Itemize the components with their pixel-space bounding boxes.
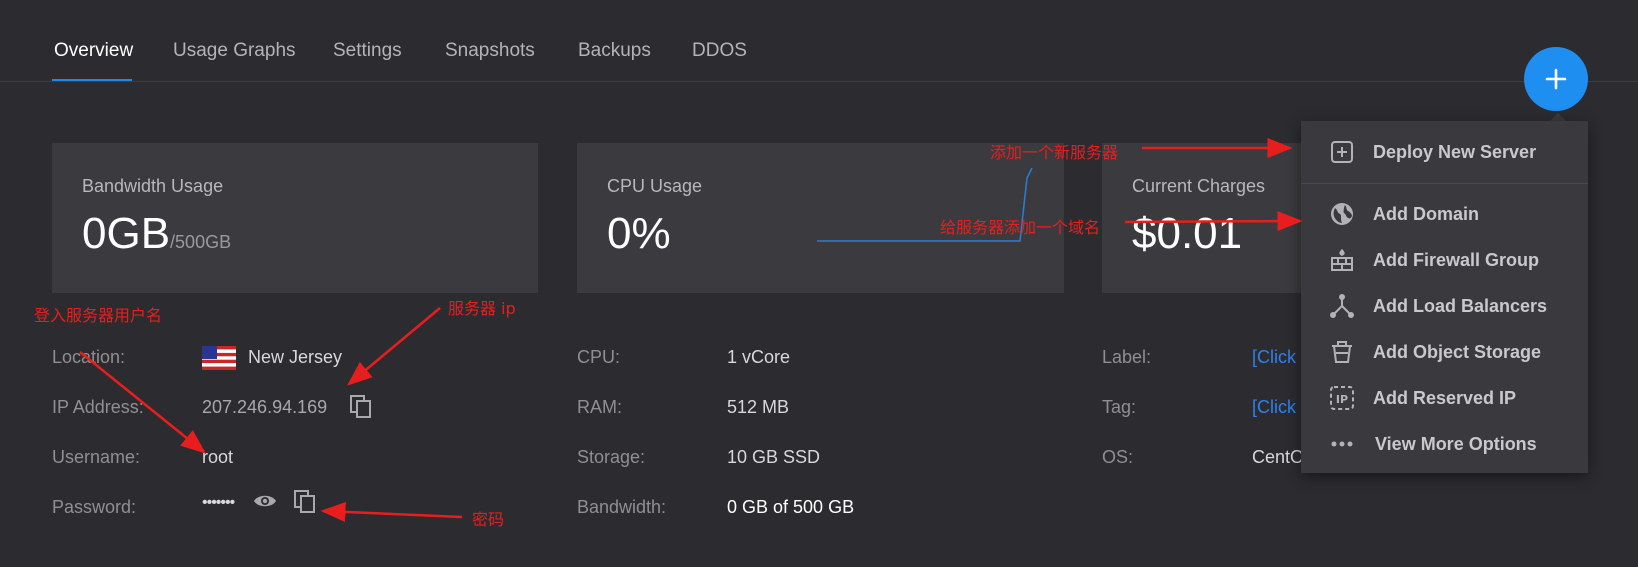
- menu-item-add-load-balancers[interactable]: Add Load Balancers: [1301, 286, 1588, 326]
- current-charges-card: Current Charges $0.01: [1102, 143, 1302, 293]
- active-tab-indicator: [52, 79, 132, 81]
- menu-item-label: Deploy New Server: [1373, 142, 1537, 162]
- cpu-value-text: 1 vCore: [727, 347, 791, 367]
- show-password-icon[interactable]: [253, 493, 277, 509]
- menu-item-deploy-new-server[interactable]: Deploy New Server: [1301, 132, 1588, 172]
- card-value: 0GB/500GB: [82, 209, 231, 259]
- bandwidth-usage-card: Bandwidth Usage 0GB/500GB: [52, 143, 538, 293]
- bucket-icon: [1332, 341, 1352, 363]
- globe-icon: [1331, 203, 1353, 225]
- bandwidth-value-text: 0 GB of 500 GB: [727, 497, 855, 517]
- annotation-deploy: 添加一个新服务器: [990, 143, 1119, 162]
- copy-ip-icon[interactable]: [350, 395, 372, 419]
- charges-value: $0.01: [1132, 209, 1243, 258]
- tab-backups[interactable]: Backups: [578, 40, 651, 62]
- annotation-domain: 给服务器添加一个域名: [940, 218, 1101, 237]
- location-label: Location:: [52, 347, 126, 367]
- menu-item-add-reserved-ip[interactable]: IP Add Reserved IP: [1301, 378, 1588, 418]
- cpu-value: 0%: [607, 209, 671, 258]
- password-label: Password:: [52, 497, 137, 517]
- server-label-label: Label:: [1102, 347, 1152, 367]
- tab-snapshots[interactable]: Snapshots: [445, 40, 535, 62]
- more-dots-icon: [1331, 441, 1353, 447]
- annotation-password: 密码: [472, 510, 505, 529]
- plus-square-icon: [1331, 141, 1353, 163]
- menu-item-label: Add Firewall Group: [1373, 250, 1540, 270]
- cpu-label: CPU:: [577, 347, 621, 367]
- add-menu: Deploy New Server Add Domain Add Firewal…: [1301, 121, 1588, 473]
- tab-ddos[interactable]: DDOS: [692, 40, 747, 62]
- storage-label: Storage:: [577, 447, 646, 467]
- edit-tag-link[interactable]: [Click: [1252, 397, 1296, 418]
- tag-label: Tag:: [1102, 397, 1137, 417]
- bandwidth-limit: /500GB: [170, 232, 232, 252]
- load-balancer-icon: [1330, 294, 1354, 318]
- ip-address-label: IP Address:: [52, 397, 144, 417]
- svg-text:IP: IP: [1336, 393, 1348, 406]
- copy-password-icon[interactable]: [294, 490, 316, 514]
- annotation-username: 登入服务器用户名: [34, 306, 163, 325]
- firewall-icon: [1331, 249, 1353, 271]
- location-value: New Jersey: [248, 347, 343, 367]
- ram-label: RAM:: [577, 397, 622, 417]
- arrow-ip: [347, 307, 441, 386]
- password-value: •••••••: [202, 494, 235, 511]
- menu-item-add-domain[interactable]: Add Domain: [1301, 194, 1588, 234]
- menu-item-label: Add Reserved IP: [1373, 388, 1517, 408]
- tab-settings[interactable]: Settings: [333, 40, 402, 62]
- edit-label-link[interactable]: [Click: [1252, 347, 1296, 368]
- menu-item-add-object-storage[interactable]: Add Object Storage: [1301, 332, 1588, 372]
- username-label: Username:: [52, 447, 141, 467]
- os-label: OS:: [1102, 447, 1134, 467]
- tab-bar: Overview Usage Graphs Settings Snapshots…: [0, 0, 1638, 82]
- annotation-ip: 服务器 ip: [448, 299, 516, 318]
- us-flag-icon: [202, 346, 236, 370]
- tab-usage-graphs[interactable]: Usage Graphs: [173, 40, 296, 62]
- menu-item-view-more-options[interactable]: View More Options: [1301, 424, 1588, 464]
- storage-value: 10 GB SSD: [727, 447, 821, 467]
- arrow-password: [320, 501, 463, 522]
- menu-item-label: Add Domain: [1373, 204, 1479, 224]
- menu-item-label: Add Load Balancers: [1373, 296, 1548, 316]
- card-title: Current Charges: [1132, 176, 1266, 196]
- tab-overview[interactable]: Overview: [54, 40, 133, 62]
- bandwidth-label: Bandwidth:: [577, 497, 667, 517]
- menu-item-label: Add Object Storage: [1373, 342, 1542, 362]
- menu-divider: [1301, 183, 1588, 184]
- ip-address-value: 207.246.94.169: [202, 397, 328, 417]
- card-title: Bandwidth Usage: [82, 176, 224, 196]
- os-value: CentO: [1252, 447, 1305, 467]
- reserved-ip-icon: IP: [1330, 386, 1354, 410]
- bandwidth-value: 0GB: [82, 209, 171, 258]
- add-button[interactable]: [1524, 47, 1588, 111]
- plus-icon: [1545, 68, 1567, 90]
- card-title: CPU Usage: [607, 176, 703, 196]
- ram-value: 512 MB: [727, 397, 790, 417]
- menu-item-label: View More Options: [1375, 434, 1537, 454]
- username-value: root: [202, 447, 234, 467]
- menu-item-add-firewall-group[interactable]: Add Firewall Group: [1301, 240, 1588, 280]
